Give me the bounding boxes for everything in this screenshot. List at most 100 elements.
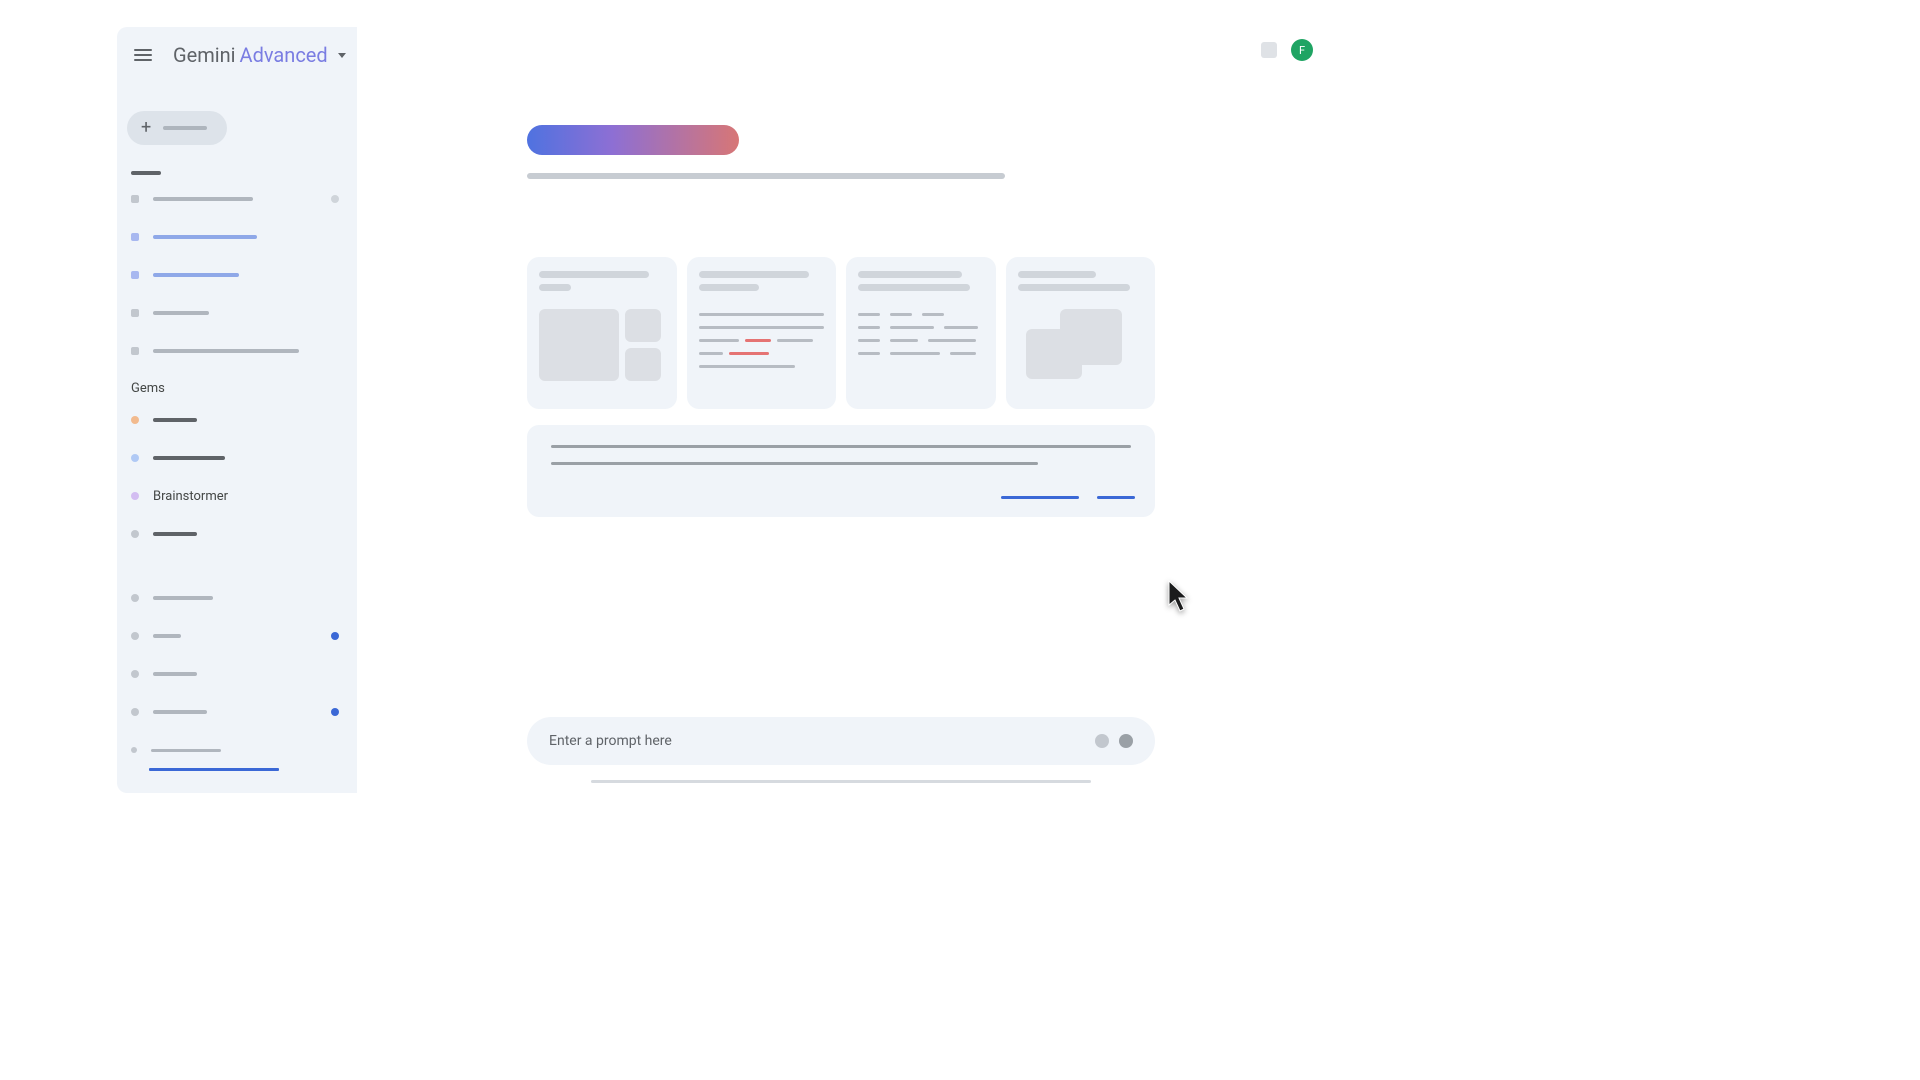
dot-icon — [131, 632, 139, 640]
bottom-item[interactable] — [131, 624, 343, 648]
info-text-skeleton — [551, 462, 1038, 465]
dot-icon — [131, 747, 137, 753]
info-text-skeleton — [551, 445, 1131, 448]
bottom-item[interactable] — [131, 738, 343, 762]
plus-icon: + — [141, 119, 151, 137]
card-body — [1018, 301, 1144, 381]
gem-item[interactable] — [131, 408, 343, 432]
recent-item[interactable] — [131, 263, 343, 287]
notification-dot-icon — [331, 708, 339, 716]
gems-list: Brainstormer — [127, 408, 347, 546]
bottom-list — [127, 586, 347, 762]
info-actions — [1001, 496, 1135, 499]
recent-list — [127, 187, 347, 363]
bottom-item[interactable] — [131, 662, 343, 686]
card-body — [539, 309, 665, 381]
avatar[interactable]: F — [1291, 39, 1313, 61]
recent-section-label — [131, 171, 161, 175]
bottom-item[interactable] — [131, 700, 343, 724]
info-action-button[interactable] — [1097, 496, 1135, 499]
notification-dot-icon — [331, 632, 339, 640]
item-label-skeleton — [153, 634, 181, 638]
prompt-bar[interactable] — [527, 717, 1155, 765]
image-placeholder — [539, 309, 619, 381]
gem-item[interactable] — [131, 446, 343, 470]
header-right: F — [1261, 39, 1313, 61]
recent-item[interactable] — [131, 187, 343, 211]
square-icon — [131, 309, 139, 317]
sidebar: Gemini Advanced + — [117, 27, 357, 793]
hero-subtitle-skeleton — [527, 173, 1005, 179]
cursor-graphic — [1167, 579, 1191, 615]
footer-disclaimer-skeleton — [591, 780, 1091, 783]
gem-item[interactable] — [131, 522, 343, 546]
item-label-skeleton — [151, 749, 221, 752]
card-subtitle-skeleton — [858, 284, 970, 291]
new-chat-button[interactable]: + — [127, 111, 227, 145]
item-label-skeleton — [153, 596, 213, 600]
gem-color-icon — [131, 454, 139, 462]
menu-button[interactable] — [127, 39, 159, 71]
card-title-skeleton — [539, 271, 649, 278]
card-body — [699, 313, 825, 368]
send-icon[interactable] — [1119, 734, 1133, 748]
image-placeholder — [625, 348, 661, 381]
info-action-button[interactable] — [1001, 496, 1079, 499]
gem-color-icon — [131, 530, 139, 538]
brand-selector[interactable]: Gemini Advanced — [173, 43, 346, 67]
item-label-skeleton — [153, 235, 257, 239]
card-subtitle-skeleton — [699, 284, 759, 291]
app-window: Gemini Advanced + — [117, 27, 1325, 793]
item-label-skeleton — [153, 532, 197, 536]
image-placeholder — [1026, 329, 1082, 379]
square-icon — [131, 271, 139, 279]
dot-icon — [131, 670, 139, 678]
suggestion-cards-row — [527, 257, 1155, 409]
item-label-skeleton — [153, 311, 209, 315]
suggestion-card[interactable] — [1006, 257, 1156, 409]
item-label-skeleton — [153, 349, 299, 353]
apps-icon[interactable] — [1261, 42, 1277, 58]
brand-variant: Advanced — [240, 43, 328, 67]
suggestion-card[interactable] — [846, 257, 996, 409]
chevron-down-icon — [338, 53, 346, 58]
recent-item[interactable] — [131, 339, 343, 363]
sidebar-top: Gemini Advanced — [127, 39, 347, 71]
content-area — [527, 125, 1155, 517]
item-label-skeleton — [153, 672, 197, 676]
menu-icon — [134, 49, 152, 61]
recent-item[interactable] — [131, 225, 343, 249]
dot-icon — [131, 594, 139, 602]
bottom-item[interactable] — [131, 586, 343, 610]
square-icon — [131, 347, 139, 355]
item-label-skeleton — [153, 456, 225, 460]
suggestion-card[interactable] — [527, 257, 677, 409]
avatar-initial: F — [1299, 44, 1305, 57]
suggestion-card[interactable] — [687, 257, 837, 409]
brand-name: Gemini — [173, 43, 236, 67]
info-panel — [527, 425, 1155, 517]
card-title-skeleton — [699, 271, 809, 278]
dot-icon — [131, 708, 139, 716]
overflow-menu-icon[interactable] — [331, 195, 339, 203]
card-subtitle-skeleton — [539, 284, 571, 291]
image-placeholder — [625, 309, 661, 342]
gem-item-brainstormer[interactable]: Brainstormer — [131, 484, 343, 508]
mic-icon[interactable] — [1095, 734, 1109, 748]
item-label-skeleton — [153, 197, 253, 201]
card-body — [858, 313, 984, 355]
recent-item[interactable] — [131, 301, 343, 325]
card-subtitle-skeleton — [1018, 284, 1130, 291]
square-icon — [131, 233, 139, 241]
gem-color-icon — [131, 416, 139, 424]
sidebar-bottom-section — [127, 586, 347, 781]
hero-greeting-skeleton — [527, 125, 739, 155]
item-label-skeleton — [153, 710, 207, 714]
prompt-input[interactable] — [549, 733, 1085, 749]
new-chat-label-skeleton — [163, 126, 207, 130]
card-title-skeleton — [858, 271, 962, 278]
sidebar-footer-link[interactable] — [149, 768, 279, 771]
item-label-skeleton — [153, 273, 239, 277]
item-label-skeleton — [153, 418, 197, 422]
main-area: F — [357, 27, 1325, 793]
